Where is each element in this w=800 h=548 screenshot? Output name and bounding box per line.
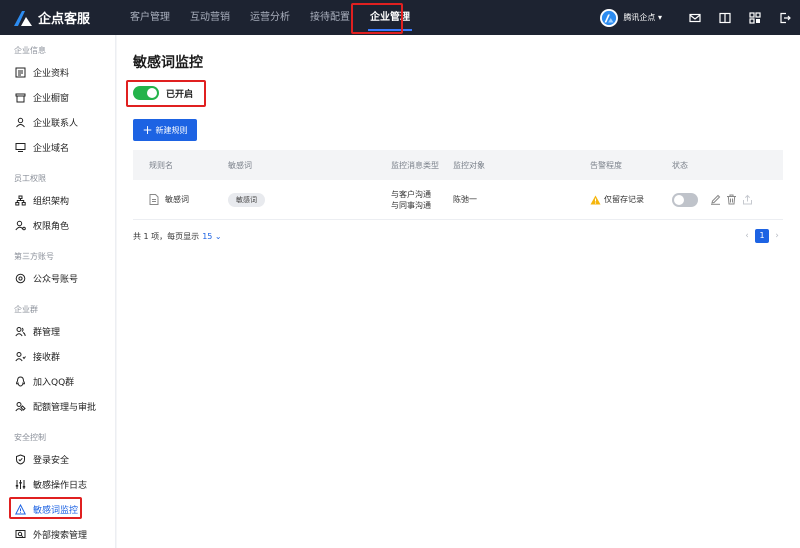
col-monitor-target: 监控对象 bbox=[453, 160, 485, 170]
org-chart-icon bbox=[14, 195, 26, 207]
rules-table: 规则名 敏感词 监控消息类型 监控对象 告警程度 状态 敏感词 敏感词 与客户沟… bbox=[133, 150, 783, 220]
sidebar-item-login-security[interactable]: 登录安全 bbox=[0, 447, 115, 472]
table-header: 规则名 敏感词 监控消息类型 监控对象 告警程度 状态 bbox=[133, 150, 783, 180]
sidebar-group-title: 企业群 bbox=[14, 305, 38, 314]
col-message-type: 监控消息类型 bbox=[391, 160, 439, 170]
next-page-icon[interactable]: › bbox=[771, 231, 783, 241]
sidebar-group-title: 员工权限 bbox=[14, 174, 46, 183]
delete-icon[interactable] bbox=[726, 194, 737, 205]
rule-name[interactable]: 敏感词 bbox=[165, 194, 189, 205]
mail-icon[interactable] bbox=[680, 0, 710, 35]
user-avatar[interactable] bbox=[600, 8, 619, 27]
brand-mark-icon bbox=[12, 9, 34, 27]
main-content: 敏感词监控 已开启 + 新建规则 规则名 敏感词 监控消息类型 监控对象 告警程… bbox=[117, 35, 800, 548]
nav-interactive-marketing[interactable]: 互动营销 bbox=[180, 0, 240, 35]
toggle-highlight-box bbox=[126, 80, 206, 107]
sidebar-item-quota-approval[interactable]: 配额管理与审批 bbox=[0, 394, 115, 419]
edit-icon[interactable] bbox=[710, 194, 721, 205]
monitor-icon bbox=[14, 142, 26, 154]
person-icon bbox=[14, 117, 26, 129]
table-row: 敏感词 敏感词 与客户沟通 与同事沟通 陈弛一 仅留存记录 bbox=[133, 180, 783, 220]
sidebar-item-receive-group[interactable]: 接收群 bbox=[0, 344, 115, 369]
prev-page-icon[interactable]: ‹ bbox=[741, 231, 753, 241]
sidebar-item-org-structure[interactable]: 组织架构 bbox=[0, 188, 115, 213]
export-icon[interactable] bbox=[742, 194, 753, 205]
sidebar-highlight-box bbox=[9, 497, 82, 519]
sidebar: 企业信息 企业资料 企业橱窗 企业联系人 企业域名 员工权限 组织架构 权限角色… bbox=[0, 35, 116, 548]
sidebar-item-company-profile[interactable]: 企业资料 bbox=[0, 60, 115, 85]
group-icon bbox=[14, 326, 26, 338]
grid-icon[interactable] bbox=[740, 0, 770, 35]
sidebar-item-permission-roles[interactable]: 权限角色 bbox=[0, 213, 115, 238]
qq-icon bbox=[14, 376, 26, 388]
page-title: 敏感词监控 bbox=[133, 55, 203, 71]
sidebar-group-title: 安全控制 bbox=[14, 433, 46, 442]
sidebar-group-title: 企业信息 bbox=[14, 46, 46, 55]
brand-logo[interactable]: 企点客服 bbox=[12, 8, 110, 27]
table-footer: 共 1 项，每页显示 15 ⌄ ‹ 1 › bbox=[133, 229, 783, 243]
col-status: 状态 bbox=[672, 160, 688, 170]
settings-circle-icon bbox=[14, 273, 26, 285]
sliders-icon bbox=[14, 479, 26, 491]
role-icon bbox=[14, 220, 26, 232]
sidebar-item-join-qq-group[interactable]: 加入QQ群 bbox=[0, 369, 115, 394]
plus-icon: + bbox=[142, 123, 153, 137]
page-size-select[interactable]: 15 ⌄ bbox=[202, 232, 221, 241]
search-box-icon bbox=[14, 529, 26, 541]
col-alert-level: 告警程度 bbox=[590, 160, 622, 170]
rule-status-toggle[interactable] bbox=[672, 192, 698, 207]
shield-icon bbox=[14, 454, 26, 466]
total-count: 共 1 项，每页显示 15 ⌄ bbox=[133, 231, 222, 241]
sidebar-item-company-domain[interactable]: 企业域名 bbox=[0, 135, 115, 160]
pagination: ‹ 1 › bbox=[741, 229, 783, 243]
document-icon bbox=[149, 194, 159, 205]
nav-operations-analysis[interactable]: 运营分析 bbox=[240, 0, 300, 35]
sidebar-item-company-showcase[interactable]: 企业橱窗 bbox=[0, 85, 115, 110]
sidebar-item-external-search[interactable]: 外部搜索管理 bbox=[0, 522, 115, 547]
new-rule-button[interactable]: + 新建规则 bbox=[133, 119, 197, 141]
document-list-icon bbox=[14, 67, 26, 79]
storefront-icon bbox=[14, 92, 26, 104]
alert-level-text: 仅留存记录 bbox=[604, 195, 644, 204]
sidebar-item-sensitive-operation-log[interactable]: 敏感操作日志 bbox=[0, 472, 115, 497]
sidebar-item-group-management[interactable]: 群管理 bbox=[0, 319, 115, 344]
col-sensitive-word: 敏感词 bbox=[228, 160, 252, 170]
nav-highlight-box bbox=[351, 3, 403, 34]
book-icon[interactable] bbox=[710, 0, 740, 35]
quota-icon bbox=[14, 401, 26, 413]
alert-warning-icon bbox=[590, 195, 601, 204]
monitor-target-cell: 陈弛一 bbox=[453, 195, 477, 204]
top-right-area: 腾讯企点 ▾ bbox=[600, 0, 800, 35]
brand-name: 企点客服 bbox=[38, 12, 91, 27]
sensitive-word-tag: 敏感词 bbox=[228, 192, 265, 207]
nav-customer-management[interactable]: 客户管理 bbox=[120, 0, 180, 35]
sidebar-group-title: 第三方账号 bbox=[14, 252, 54, 261]
logout-icon[interactable] bbox=[770, 0, 800, 35]
sidebar-item-company-contacts[interactable]: 企业联系人 bbox=[0, 110, 115, 135]
col-rule-name: 规则名 bbox=[149, 160, 173, 170]
sidebar-item-official-account[interactable]: 公众号账号 bbox=[0, 266, 115, 291]
user-menu[interactable]: 腾讯企点 ▾ bbox=[623, 12, 662, 23]
message-type-cell: 与客户沟通 与同事沟通 bbox=[391, 189, 431, 210]
page-number-current[interactable]: 1 bbox=[755, 229, 769, 243]
group-receive-icon bbox=[14, 351, 26, 363]
